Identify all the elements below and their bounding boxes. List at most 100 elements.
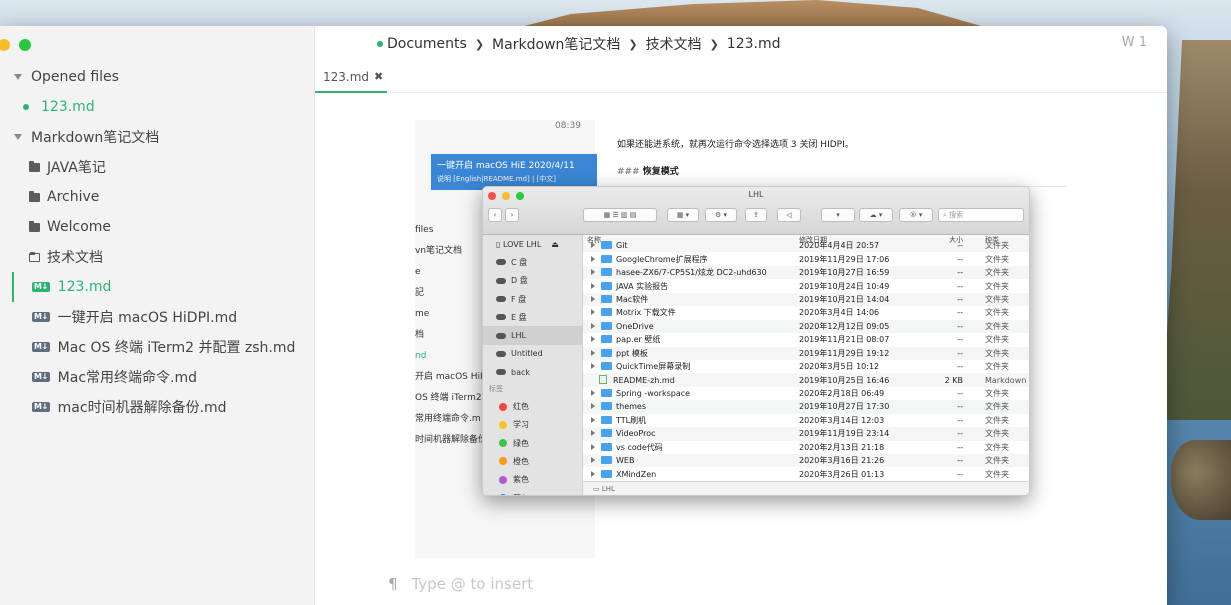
breadcrumb-item[interactable]: 技术文档 [646,34,702,54]
finder-cell-date: 2020年3月14日 12:03 [799,415,885,425]
file-name: README-zh.md [613,376,675,386]
finder-row: QuickTime屏幕录制 2020年3月5日 10:12 -- 文件夹 [583,360,1029,373]
file-name: OneDrive [616,321,654,331]
finder-row: WEB 2020年3月16日 21:26 -- 文件夹 [583,454,1029,468]
finder-cell-name: OneDrive [583,321,799,331]
finder-window: LHL ‹ › ▦ ☰ ▥ ▤ ▦ ▾ ⚙ ▾ ⇪ ◁ ▾ ☁ ▾ ® ▾ ⌕ … [482,186,1030,496]
finder-cell-size: -- [957,321,963,331]
finder-row: ppt 模板 2019年11月29日 19:12 -- 文件夹 [583,346,1029,360]
finder-cell-date: 2020年3月26日 01:13 [799,469,885,479]
word-count[interactable]: W 1 [1122,35,1147,50]
maximize-window-button[interactable] [19,39,31,51]
file-sidebar: Opened files 123.md Markdown笔记文档 JAVA笔记 … [0,26,315,605]
placeholder-text: Type @ to insert [411,575,534,593]
folder-icon [601,268,612,277]
finder-sidebar-label: E 盘 [511,312,527,322]
folder-icon [601,241,612,250]
finder-sidebar-item: E 盘 [483,308,582,326]
finder-cell-size: -- [957,294,963,304]
file-name: WEB [616,456,635,466]
file-item[interactable]: M↓ mac时间机器解除备份.md [0,392,314,422]
opened-file-item[interactable]: 123.md [0,92,314,122]
finder-cell-name: vs code代码 [583,442,799,453]
tag-item: 蓝色 [483,489,582,495]
finder-cell-size: -- [957,308,963,318]
finder-cell-name: JAVA 实验报告 [583,281,799,292]
file-name: VideoProc [616,429,656,439]
breadcrumb-item[interactable]: 123.md [727,36,781,52]
markdown-file-icon: M↓ [32,312,50,322]
finder-cell-date: 2020年12月12日 09:05 [799,321,890,331]
finder-cell-kind: 文件夹 [985,469,1009,479]
folder-icon [29,160,40,172]
peek-item: vn笔记文档 [415,246,463,256]
breadcrumb-item[interactable]: Documents [387,36,467,52]
share-icon: ⇪ [745,208,767,222]
folder-item[interactable]: JAVA笔记 [0,152,314,182]
file-item[interactable]: M↓ Mac OS 终端 iTerm2 并配置 zsh.md [0,332,314,362]
saved-status-dot-icon [377,41,383,47]
finder-row: GoogleChrome扩展程序 2019年11月29日 17:06 -- 文件夹 [583,252,1029,265]
file-name: JAVA 实验报告 [616,281,669,291]
file-name: Mac软件 [616,294,649,304]
disclosure-triangle-icon [591,309,595,316]
disclosure-triangle-icon [591,269,595,276]
file-item[interactable]: M↓ Mac常用终端命令.md [0,362,314,392]
folder-label: 技术文档 [47,250,103,266]
screenshot-selected-note: 一键开启 macOS HiE 2020/4/11 说明 [English|REA… [431,154,597,190]
peek-item: 开启 macOS HiD [415,372,487,382]
finder-rows: Git 2020年4月4日 20:57 -- 文件夹 GoogleChrome扩展程序 2… [583,239,1029,481]
finder-cell-name: VideoProc [583,429,799,438]
finder-cell-date: 2019年10月21日 14:04 [799,294,890,304]
opened-file-label: 123.md [41,99,95,115]
peek-item: e [415,267,421,277]
search-placeholder: 搜索 [949,211,964,219]
editor-input-placeholder[interactable]: ¶ Type @ to insert [388,575,533,593]
file-item[interactable]: M↓ 一键开启 macOS HiDPI.md [0,302,314,332]
finder-cell-kind: 文件夹 [985,402,1009,412]
finder-cell-name: XMindZen [583,469,799,479]
finder-cell-size: -- [957,429,963,439]
tags-header: 标签 [489,385,503,394]
finder-sidebar-label: C 盘 [511,257,528,267]
open-folder-item[interactable]: 技术文档 [0,242,314,272]
disk-icon [496,259,506,266]
finder-row: Spring -workspace 2020年2月18日 06:49 -- 文件夹 [583,387,1029,400]
project-header[interactable]: Markdown笔记文档 [0,122,314,152]
folder-item[interactable]: Archive [0,182,314,212]
peek-item: files [415,225,434,235]
finder-cell-name: pap.er 壁纸 [583,334,799,345]
finder-cell-date: 2020年4月4日 20:57 [799,241,880,251]
file-name: hasee-ZX6/7-CP5S1/炫龙 DC2-uhd630 [616,268,767,278]
folder-icon [601,442,612,451]
screenshot-note-title: 一键开启 macOS HiE 2020/4/11 [437,161,575,171]
folder-item[interactable]: Welcome [0,212,314,242]
finder-cell-name: Spring -workspace [583,389,799,398]
chevron-right-icon: ❯ [709,37,719,51]
finder-sidebar-item: ▯ LOVE LHL ⏏ [483,235,582,253]
folder-icon [601,281,612,290]
opened-files-header[interactable]: Opened files [0,62,314,92]
drive-icon: ▭ [593,484,602,493]
tag-label: 绿色 [513,438,529,448]
finder-search: ⌕ 搜索 [938,208,1024,222]
finder-cell-kind: 文件夹 [985,321,1009,331]
tab-123-md[interactable]: 123.md ✖ [315,62,387,93]
finder-row: JAVA 实验报告 2019年10月24日 10:49 -- 文件夹 [583,279,1029,292]
disclosure-triangle-icon [591,457,595,464]
file-name: vs code代码 [616,442,663,452]
folder-icon [601,456,612,465]
disclosure-triangle-icon [591,430,595,437]
folder-icon [601,469,612,478]
cloud-icon: ☁ ▾ [859,208,893,222]
finder-cell-name: Motrix 下载文件 [583,307,799,318]
minimize-window-button[interactable] [0,39,10,51]
status-path: LHL [601,484,615,493]
disk-icon [496,314,506,321]
close-tab-icon[interactable]: ✖ [374,70,383,83]
finder-cell-name: hasee-ZX6/7-CP5S1/炫龙 DC2-uhd630 [583,267,799,278]
finder-cell-date: 2019年11月29日 19:12 [799,348,890,358]
folder-label: Welcome [47,219,112,235]
breadcrumb-item[interactable]: Markdown笔记文档 [492,34,620,54]
file-item-active[interactable]: M↓ 123.md [0,272,314,302]
